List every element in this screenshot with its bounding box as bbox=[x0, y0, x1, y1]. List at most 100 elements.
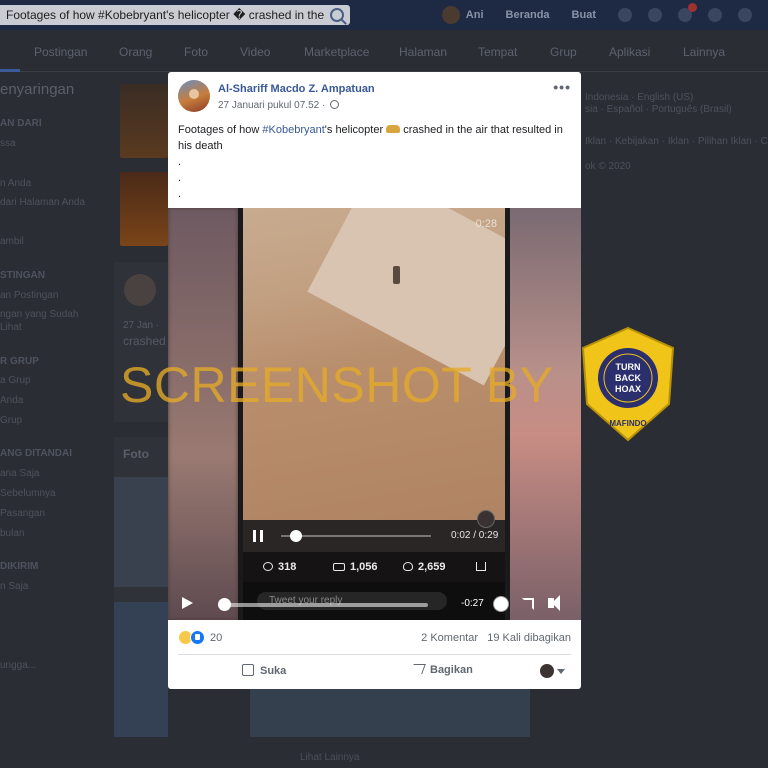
video-player[interactable]: 0:28 0:02 / 0:29 318 1,056 2,659 Tweet y… bbox=[168, 208, 581, 620]
filter-option[interactable]: ssa bbox=[0, 138, 16, 149]
search-value: Footages of how #Kobebryant's helicopter… bbox=[6, 8, 325, 22]
filter-option[interactable]: an Postingan bbox=[0, 290, 58, 301]
thumbs-up-icon bbox=[242, 664, 254, 676]
filter-option[interactable]: a Grup bbox=[0, 375, 31, 386]
user-avatar[interactable] bbox=[441, 6, 460, 24]
nav-posts[interactable]: Postingan bbox=[34, 45, 87, 59]
messenger-icon[interactable] bbox=[648, 8, 662, 22]
nav-people[interactable]: Orang bbox=[119, 45, 152, 59]
video-progress-track[interactable] bbox=[222, 603, 428, 607]
filter-option[interactable]: dari Halaman Anda bbox=[0, 197, 85, 208]
settings-gear-icon[interactable] bbox=[494, 597, 508, 611]
expand-icon[interactable] bbox=[522, 598, 534, 610]
search-input[interactable]: Footages of how #Kobebryant's helicopter… bbox=[0, 5, 350, 25]
filter-option[interactable]: Grup bbox=[0, 415, 22, 426]
language-links[interactable]: sia · Español · Português (Brasil) bbox=[585, 104, 732, 115]
post-as-avatar[interactable] bbox=[540, 664, 554, 678]
filter-option[interactable]: Lihat bbox=[0, 322, 22, 333]
notifications-icon[interactable] bbox=[678, 3, 697, 22]
filter-heading: AN DARI bbox=[0, 118, 42, 129]
like-button[interactable]: Suka bbox=[242, 664, 286, 677]
filter-option[interactable]: ungga... bbox=[0, 660, 36, 671]
filter-heading: ANG DITANDAI bbox=[0, 448, 73, 459]
post-dot-line: . bbox=[178, 188, 182, 200]
nav-places[interactable]: Tempat bbox=[478, 45, 517, 59]
retweet-icon bbox=[333, 563, 345, 571]
volume-icon[interactable] bbox=[548, 595, 560, 611]
comments-count-link[interactable]: 2 Komentar bbox=[421, 632, 478, 644]
author-avatar[interactable] bbox=[178, 80, 210, 112]
help-icon[interactable] bbox=[708, 8, 722, 22]
user-name-link[interactable]: Ani bbox=[466, 9, 484, 21]
filter-option[interactable]: n Saja bbox=[0, 581, 28, 592]
filter-option[interactable]: ambil bbox=[0, 236, 24, 247]
nav-more[interactable]: Lainnya bbox=[683, 45, 725, 59]
nav-pages[interactable]: Halaman bbox=[399, 45, 447, 59]
pause-icon bbox=[253, 530, 263, 542]
comment-icon bbox=[263, 562, 273, 571]
embedded-time: 0:02 / 0:29 bbox=[451, 530, 499, 541]
top-bar: Footages of how #Kobebryant's helicopter… bbox=[0, 0, 768, 30]
filter-option[interactable]: ana Saja bbox=[0, 468, 39, 479]
result-thumbnail[interactable] bbox=[120, 172, 168, 246]
post-text-part: 's helicopter bbox=[324, 124, 387, 136]
language-links[interactable]: Indonesia · English (US) bbox=[585, 92, 693, 103]
background-photos: Foto bbox=[114, 437, 168, 737]
more-options-icon[interactable]: ••• bbox=[553, 80, 571, 94]
video-blur-backdrop bbox=[509, 208, 581, 620]
filter-option[interactable]: Anda bbox=[0, 395, 23, 406]
background-post-snippet: crashed bbox=[123, 334, 166, 348]
create-link[interactable]: Buat bbox=[572, 9, 596, 21]
actions-divider bbox=[178, 654, 571, 655]
search-icon[interactable] bbox=[330, 8, 344, 22]
friends-icon[interactable] bbox=[618, 8, 632, 22]
falling-helicopter bbox=[393, 266, 400, 284]
post-timestamp[interactable]: 27 Januari pukul 07.52 · bbox=[218, 100, 340, 111]
filter-option[interactable]: Sebelumnya bbox=[0, 488, 56, 499]
filter-title: enyaringan bbox=[0, 81, 75, 98]
post-text-part: Footages of how bbox=[178, 124, 263, 136]
nav-apps[interactable]: Aplikasi bbox=[609, 45, 650, 59]
see-more-link[interactable]: Lihat Lainnya bbox=[300, 752, 360, 763]
photo-thumbnail[interactable] bbox=[114, 477, 168, 587]
post-modal: Al-Shariff Macdo Z. Ampatuan 27 Januari … bbox=[168, 72, 581, 689]
nav-groups[interactable]: Grup bbox=[550, 45, 577, 59]
home-link[interactable]: Beranda bbox=[506, 9, 550, 21]
hashtag-link[interactable]: #Kobebryant bbox=[262, 124, 324, 136]
shares-count-link[interactable]: 19 Kali dibagikan bbox=[487, 632, 571, 644]
embedded-share bbox=[476, 561, 486, 573]
embedded-comments: 318 bbox=[263, 561, 296, 573]
nav-photos[interactable]: Foto bbox=[184, 45, 208, 59]
filter-option[interactable]: ngan yang Sudah bbox=[0, 309, 78, 320]
globe-icon bbox=[330, 100, 340, 109]
photo-thumbnail[interactable] bbox=[250, 689, 530, 737]
post-message: Footages of how #Kobebryant's helicopter… bbox=[178, 122, 570, 154]
badge-word-top: TURN bbox=[616, 362, 641, 372]
embedded-retweets: 1,056 bbox=[333, 561, 378, 573]
nav-videos[interactable]: Video bbox=[240, 45, 270, 59]
nav-marketplace[interactable]: Marketplace bbox=[304, 45, 369, 59]
background-post-date: 27 Jan · bbox=[123, 320, 160, 331]
chevron-down-icon[interactable] bbox=[557, 669, 565, 674]
result-thumbnail[interactable] bbox=[120, 84, 168, 158]
share-button[interactable]: Bagikan bbox=[410, 664, 473, 676]
like-count: 2,659 bbox=[418, 561, 446, 573]
heart-icon bbox=[403, 562, 413, 571]
nav-active-indicator bbox=[0, 69, 20, 72]
embedded-tweet-actions: 318 1,056 2,659 bbox=[243, 552, 505, 582]
filter-option[interactable]: bulan bbox=[0, 528, 24, 539]
play-icon[interactable] bbox=[182, 597, 193, 609]
filter-option[interactable]: n Anda bbox=[0, 178, 31, 189]
footer-links[interactable]: Iklan · Kebijakan · Iklan · Pilihan Ikla… bbox=[585, 136, 768, 147]
photo-thumbnail[interactable] bbox=[114, 602, 168, 737]
badge-org-name: MAFINDO bbox=[609, 419, 646, 428]
embedded-likes: 2,659 bbox=[403, 561, 446, 573]
reaction-count[interactable]: 20 bbox=[210, 632, 222, 644]
menu-caret-icon[interactable] bbox=[738, 8, 752, 22]
video-duration-overlay: 0:28 bbox=[475, 218, 497, 230]
author-name[interactable]: Al-Shariff Macdo Z. Ampatuan bbox=[218, 83, 375, 95]
video-progress-knob[interactable] bbox=[218, 598, 231, 611]
like-reaction-icon[interactable] bbox=[190, 630, 205, 645]
reaction-summary: 20 2 Komentar 19 Kali dibagikan bbox=[178, 630, 571, 648]
filter-option[interactable]: Pasangan bbox=[0, 508, 45, 519]
